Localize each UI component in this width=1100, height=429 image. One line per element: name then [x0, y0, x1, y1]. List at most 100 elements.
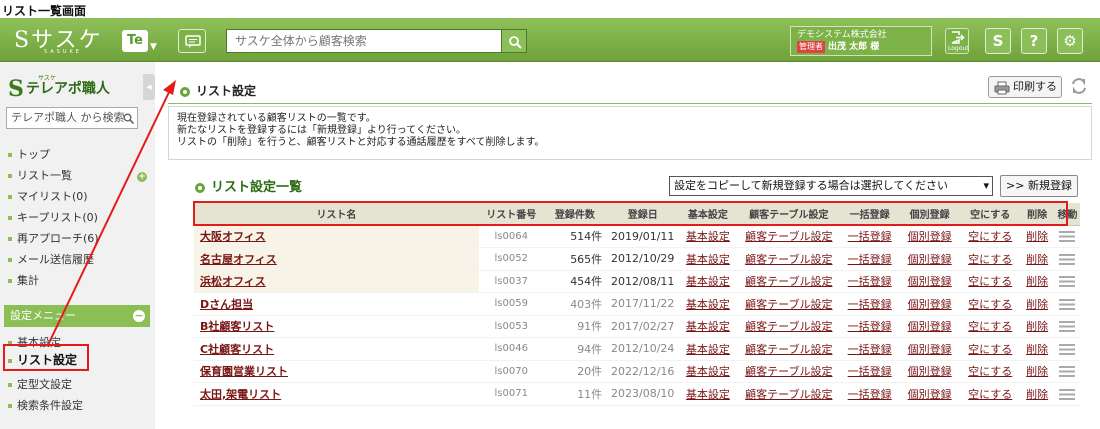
list-name-link[interactable]: Dさん担当 — [200, 298, 253, 311]
list-name-link[interactable]: 浜松オフィス — [200, 275, 266, 288]
sidebar-item-search-settings[interactable]: 検索条件設定 — [8, 397, 83, 413]
app-switcher-badge[interactable]: Te — [122, 30, 148, 52]
sidebar-collapse-handle[interactable]: ◀ — [143, 74, 155, 100]
customer-table-settings-link[interactable]: 顧客テーブル設定 — [745, 388, 832, 401]
customer-table-settings-link[interactable]: 顧客テーブル設定 — [745, 230, 832, 243]
drag-handle-icon[interactable] — [1059, 276, 1076, 288]
delete-link[interactable]: 削除 — [1026, 365, 1048, 378]
gear-icon[interactable]: ⚙ — [1057, 28, 1083, 54]
delete-link[interactable]: 削除 — [1026, 230, 1048, 243]
drag-handle-icon[interactable] — [1059, 366, 1076, 378]
record-count: 403件 — [543, 292, 607, 316]
customer-table-settings-link[interactable]: 顧客テーブル設定 — [745, 298, 832, 311]
single-register-cell: 個別登録 — [898, 337, 961, 361]
sasuke-s-button[interactable]: S — [985, 28, 1011, 54]
list-name-link[interactable]: 太田,架電リスト — [200, 388, 281, 401]
sidebar-item-template-settings[interactable]: 定型文設定 — [8, 376, 72, 392]
bulk-register-link[interactable]: 一括登録 — [848, 253, 892, 266]
print-button[interactable]: 印刷する — [988, 76, 1062, 98]
empty-list-link[interactable]: 空にする — [968, 253, 1012, 266]
plus-icon[interactable]: + — [137, 172, 147, 182]
sidebar-item-mail-history[interactable]: メール送信履歴 — [8, 251, 94, 267]
sidebar-item-mylist[interactable]: マイリスト(0) — [8, 188, 88, 204]
copy-settings-select[interactable]: 設定をコピーして新規登録する場合は選択してください ▾ — [669, 176, 993, 196]
basic-settings-link[interactable]: 基本設定 — [686, 320, 730, 333]
customer-table-settings-link[interactable]: 顧客テーブル設定 — [745, 320, 832, 333]
empty-list-link[interactable]: 空にする — [968, 298, 1012, 311]
empty-list-link[interactable]: 空にする — [968, 275, 1012, 288]
single-register-link[interactable]: 個別登録 — [908, 298, 952, 311]
basic-settings-link[interactable]: 基本設定 — [686, 275, 730, 288]
customer-table-settings-link[interactable]: 顧客テーブル設定 — [745, 365, 832, 378]
description-box: 現在登録されている顧客リストの一覧です。 新たなリストを登録するには「新規登録」… — [168, 106, 1092, 160]
bulk-register-link[interactable]: 一括登録 — [848, 230, 892, 243]
bulk-register-cell: 一括登録 — [840, 292, 899, 316]
sidebar-item-top[interactable]: トップ — [8, 146, 50, 162]
empty-list-link[interactable]: 空にする — [968, 343, 1012, 356]
bulk-register-link[interactable]: 一括登録 — [848, 365, 892, 378]
bulk-register-link[interactable]: 一括登録 — [848, 298, 892, 311]
bulk-register-link[interactable]: 一括登録 — [848, 275, 892, 288]
sidebar-search-input[interactable]: テレアポ職人 から検索 — [6, 107, 138, 129]
help-button[interactable]: ? — [1021, 28, 1047, 54]
drag-handle-icon[interactable] — [1059, 321, 1076, 333]
delete-link[interactable]: 削除 — [1026, 320, 1048, 333]
delete-link[interactable]: 削除 — [1026, 298, 1048, 311]
single-register-link[interactable]: 個別登録 — [908, 343, 952, 356]
settings-menu-header[interactable]: 設定メニュー − — [4, 305, 150, 327]
drag-handle-icon[interactable] — [1059, 343, 1076, 355]
sidebar-item-reapproach[interactable]: 再アプローチ(6) — [8, 230, 99, 246]
bulk-register-link[interactable]: 一括登録 — [848, 343, 892, 356]
list-name-link[interactable]: C社顧客リスト — [200, 343, 274, 356]
delete-link[interactable]: 削除 — [1026, 275, 1048, 288]
drag-handle-icon[interactable] — [1059, 298, 1076, 310]
drag-handle-icon[interactable] — [1059, 253, 1076, 265]
basic-settings-link[interactable]: 基本設定 — [686, 298, 730, 311]
global-search-input[interactable] — [226, 29, 502, 53]
new-register-button[interactable]: >> 新規登録 — [1000, 175, 1078, 197]
customer-table-settings-link[interactable]: 顧客テーブル設定 — [745, 343, 832, 356]
list-name-link[interactable]: 大阪オフィス — [200, 230, 266, 243]
single-register-link[interactable]: 個別登録 — [908, 320, 952, 333]
chat-button[interactable] — [178, 29, 206, 53]
bulk-register-link[interactable]: 一括登録 — [848, 320, 892, 333]
account-info[interactable]: デモシステム株式会社 管理者 出茂 太郎 様 — [790, 26, 932, 56]
sidebar-item-keeplist[interactable]: キープリスト(0) — [8, 209, 98, 225]
single-register-link[interactable]: 個別登録 — [908, 365, 952, 378]
chevron-down-icon[interactable]: ▼ — [150, 42, 157, 52]
basic-settings-link[interactable]: 基本設定 — [686, 343, 730, 356]
basic-settings-link[interactable]: 基本設定 — [686, 253, 730, 266]
delete-link[interactable]: 削除 — [1026, 253, 1048, 266]
teleapo-logo[interactable]: S テレアポ職人 サスケ — [8, 75, 110, 102]
single-register-link[interactable]: 個別登録 — [908, 230, 952, 243]
drag-handle-icon[interactable] — [1059, 388, 1076, 400]
customer-table-settings-link[interactable]: 顧客テーブル設定 — [745, 253, 832, 266]
empty-list-link[interactable]: 空にする — [968, 320, 1012, 333]
basic-settings-link[interactable]: 基本設定 — [686, 230, 730, 243]
basic-settings-link[interactable]: 基本設定 — [686, 365, 730, 378]
list-name-link[interactable]: 名古屋オフィス — [200, 253, 277, 266]
single-register-cell: 個別登録 — [898, 360, 961, 383]
delete-link[interactable]: 削除 — [1026, 388, 1048, 401]
list-name-link[interactable]: B社顧客リスト — [200, 320, 274, 333]
search-icon[interactable] — [123, 113, 134, 124]
search-button[interactable] — [501, 29, 527, 53]
empty-list-link[interactable]: 空にする — [968, 388, 1012, 401]
empty-list-link[interactable]: 空にする — [968, 230, 1012, 243]
drag-handle-icon[interactable] — [1059, 231, 1076, 243]
single-register-link[interactable]: 個別登録 — [908, 388, 952, 401]
list-name-link[interactable]: 保育園営業リスト — [200, 365, 288, 378]
empty-list-link[interactable]: 空にする — [968, 365, 1012, 378]
sidebar-item-stats[interactable]: 集計 — [8, 272, 39, 288]
single-register-link[interactable]: 個別登録 — [908, 253, 952, 266]
bulk-register-link[interactable]: 一括登録 — [848, 388, 892, 401]
sidebar-item-list-settings[interactable]: リスト設定 — [8, 351, 77, 368]
logout-button[interactable]: Logout — [945, 28, 969, 54]
customer-table-settings-link[interactable]: 顧客テーブル設定 — [745, 275, 832, 288]
sidebar-item-list[interactable]: リスト一覧 — [8, 167, 72, 183]
delete-link[interactable]: 削除 — [1026, 343, 1048, 356]
basic-settings-link[interactable]: 基本設定 — [686, 388, 730, 401]
collapse-icon[interactable]: − — [133, 310, 145, 322]
refresh-icon[interactable] — [1070, 77, 1088, 95]
single-register-link[interactable]: 個別登録 — [908, 275, 952, 288]
